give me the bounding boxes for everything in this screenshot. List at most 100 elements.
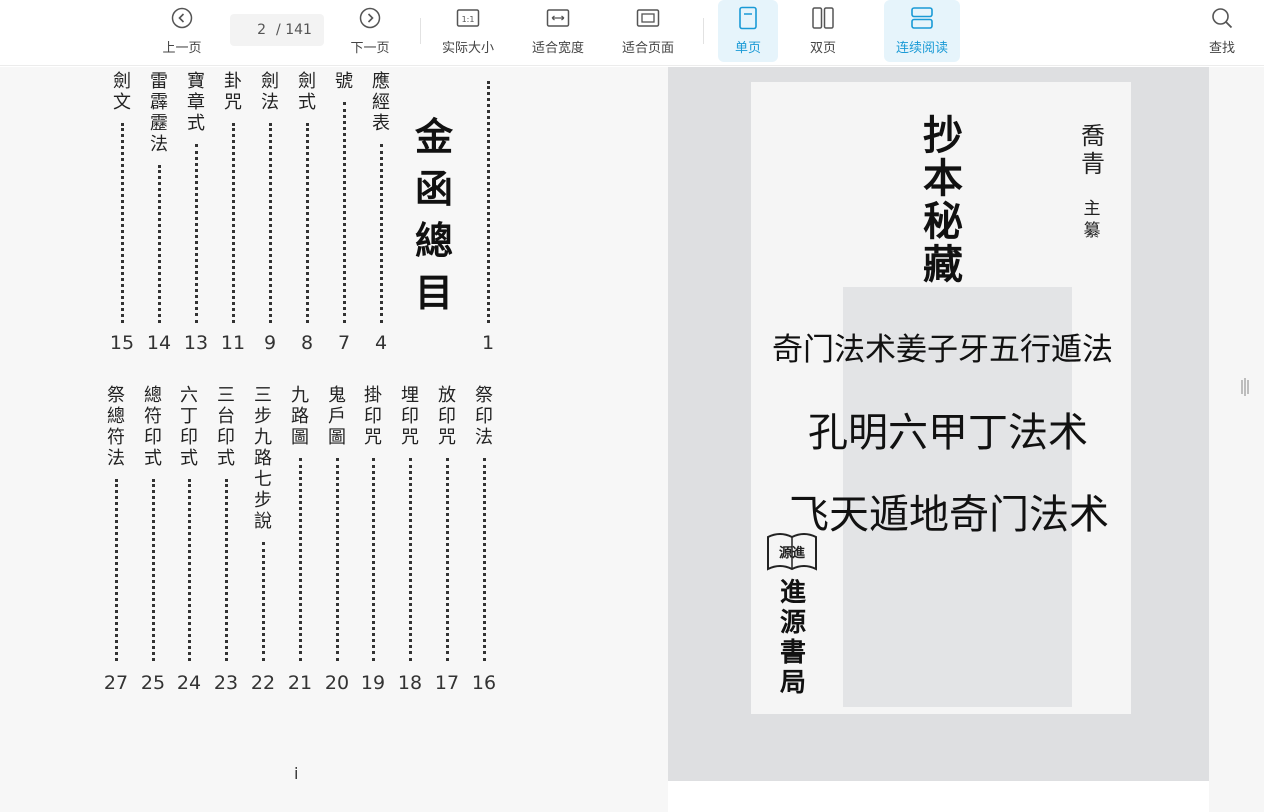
fit-width-label: 适合宽度: [531, 41, 584, 56]
page-indicator: / 141: [230, 14, 324, 46]
toc-dot-leader: [114, 479, 118, 661]
toc-dot-leader: [231, 123, 235, 323]
cover-editor-role: 主纂: [1083, 199, 1101, 241]
toc-entry-label: 三台印式: [217, 385, 235, 469]
toc-dot-leader: [342, 102, 346, 323]
cover-publisher: 進源書局: [779, 578, 806, 698]
fit-page-button[interactable]: 适合页面: [614, 0, 682, 62]
toc-entry-label: 放印咒: [438, 385, 456, 448]
fit-page-label: 适合页面: [621, 41, 674, 56]
double-page-label: 双页: [809, 41, 836, 56]
toolbar-divider: [420, 18, 421, 44]
toc-entry-page: 15: [109, 332, 135, 354]
search-button[interactable]: 查找: [1200, 0, 1244, 62]
toc-entry-page: 9: [263, 332, 277, 354]
cover-line-2: 孔明六甲丁法术: [808, 410, 1088, 456]
toc-dot-leader: [268, 123, 272, 323]
toc-dot-leader: [371, 458, 375, 661]
toc-entry-page: 19: [360, 672, 386, 694]
toc-entry-label: 掛印咒: [364, 385, 382, 448]
scroll-gutter[interactable]: [1209, 67, 1264, 812]
double-page-button[interactable]: 双页: [796, 0, 850, 62]
toc-entry-label: 號: [335, 71, 353, 92]
search-icon: [1209, 5, 1235, 31]
continuous-reading-label: 连续阅读: [895, 41, 948, 56]
toc-dot-leader: [194, 144, 198, 323]
page-number-input[interactable]: [242, 22, 267, 38]
toc-dot-leader: [335, 458, 339, 661]
toc-entry-page: 11: [220, 332, 246, 354]
fit-width-button[interactable]: 适合宽度: [524, 0, 592, 62]
chevron-right-circle-icon: [357, 5, 383, 31]
actual-size-icon: 1:1: [455, 5, 481, 31]
toc-entry-page: 1: [481, 332, 495, 354]
toc-entry-page: 22: [250, 672, 276, 694]
toc-entry-label: 劍文: [113, 71, 131, 113]
double-page-icon: [810, 5, 836, 31]
toc-entry-page: 21: [287, 672, 313, 694]
toc-entry-label: 六丁印式: [180, 385, 198, 469]
toc-dot-leader: [379, 144, 383, 323]
single-page-button[interactable]: 单页: [718, 0, 778, 62]
toc-entry-page: 24: [176, 672, 202, 694]
toc-dot-leader: [157, 165, 161, 323]
toc-page: 金函總目 i 劍文 15 雷霹靂法 14 寶章式 13 卦咒 11 劍法 9 劍式 8 號 7 應經表 4 1 祭…: [0, 67, 668, 812]
toc-entry-page: 14: [146, 332, 172, 354]
toolbar-divider: [703, 18, 704, 44]
next-page-label: 下一页: [350, 41, 390, 56]
toc-dot-leader: [298, 458, 302, 661]
toc-entry-label: 三步九路七步說: [254, 385, 272, 532]
toc-entry-label: 祭總符法: [107, 385, 125, 469]
toc-entry-label: 鬼戶圖: [328, 385, 346, 448]
toc-dot-leader: [486, 81, 490, 323]
fit-page-icon: [635, 5, 661, 31]
prev-page-button[interactable]: 上一页: [156, 0, 208, 62]
toc-entry-label: 劍法: [261, 71, 279, 113]
toc-title: 金函總目: [414, 114, 453, 315]
toc-dot-leader: [187, 479, 191, 661]
prev-page-label: 上一页: [162, 41, 202, 56]
toc-dot-leader: [445, 458, 449, 661]
toc-dot-leader: [408, 458, 412, 661]
toc-entry-label: 劍式: [298, 71, 316, 113]
toc-entry-page: 25: [140, 672, 166, 694]
toc-entry-page: 7: [337, 332, 351, 354]
fit-width-icon: [545, 5, 571, 31]
toc-entry-label: 總符印式: [144, 385, 162, 469]
toc-entry-label: 應經表: [372, 71, 390, 134]
toc-entry-label: 寶章式: [187, 71, 205, 134]
toc-entry-label: 雷霹靂法: [150, 71, 168, 155]
toc-entry-page: 27: [103, 672, 129, 694]
toc-entry-label: 九路圖: [291, 385, 309, 448]
search-label: 查找: [1208, 41, 1235, 56]
cover-author: 喬青: [1081, 122, 1105, 178]
toolbar: 上一页 / 141 下一页 1:1 实际大小 适合宽度 适合页面 单页: [0, 0, 1264, 66]
cover-line-3: 飞天遁地奇门法术: [789, 492, 1109, 538]
toc-dot-leader: [482, 458, 486, 661]
page-number-roman: i: [294, 764, 299, 783]
cover-title: 抄本秘藏: [923, 112, 963, 288]
toc-entry-page: 8: [300, 332, 314, 354]
chevron-left-circle-icon: [169, 5, 195, 31]
svg-text:1:1: 1:1: [462, 15, 475, 24]
toc-entry-label: 卦咒: [224, 71, 242, 113]
scroll-position-marker[interactable]: [1241, 378, 1249, 396]
toc-entry-page: 4: [374, 332, 388, 354]
toc-dot-leader: [224, 479, 228, 661]
continuous-reading-icon: [909, 5, 935, 31]
toc-entry-label: 祭印法: [475, 385, 493, 448]
toc-dot-leader: [151, 479, 155, 661]
continuous-reading-button[interactable]: 连续阅读: [884, 0, 960, 62]
actual-size-button[interactable]: 1:1 实际大小: [434, 0, 502, 62]
toc-entry-page: 17: [434, 672, 460, 694]
toc-dot-leader: [305, 123, 309, 323]
publisher-logo: 源進: [766, 529, 818, 573]
actual-size-label: 实际大小: [441, 41, 494, 56]
toc-entry-page: 13: [183, 332, 209, 354]
toc-entry-page: 18: [397, 672, 423, 694]
cover-line-1: 奇门法术姜子牙五行遁法: [772, 332, 1113, 368]
toc-entry-page: 23: [213, 672, 239, 694]
publisher-logo-text: 源進: [779, 545, 805, 561]
next-page-button[interactable]: 下一页: [344, 0, 396, 62]
toc-entry-label: 埋印咒: [401, 385, 419, 448]
